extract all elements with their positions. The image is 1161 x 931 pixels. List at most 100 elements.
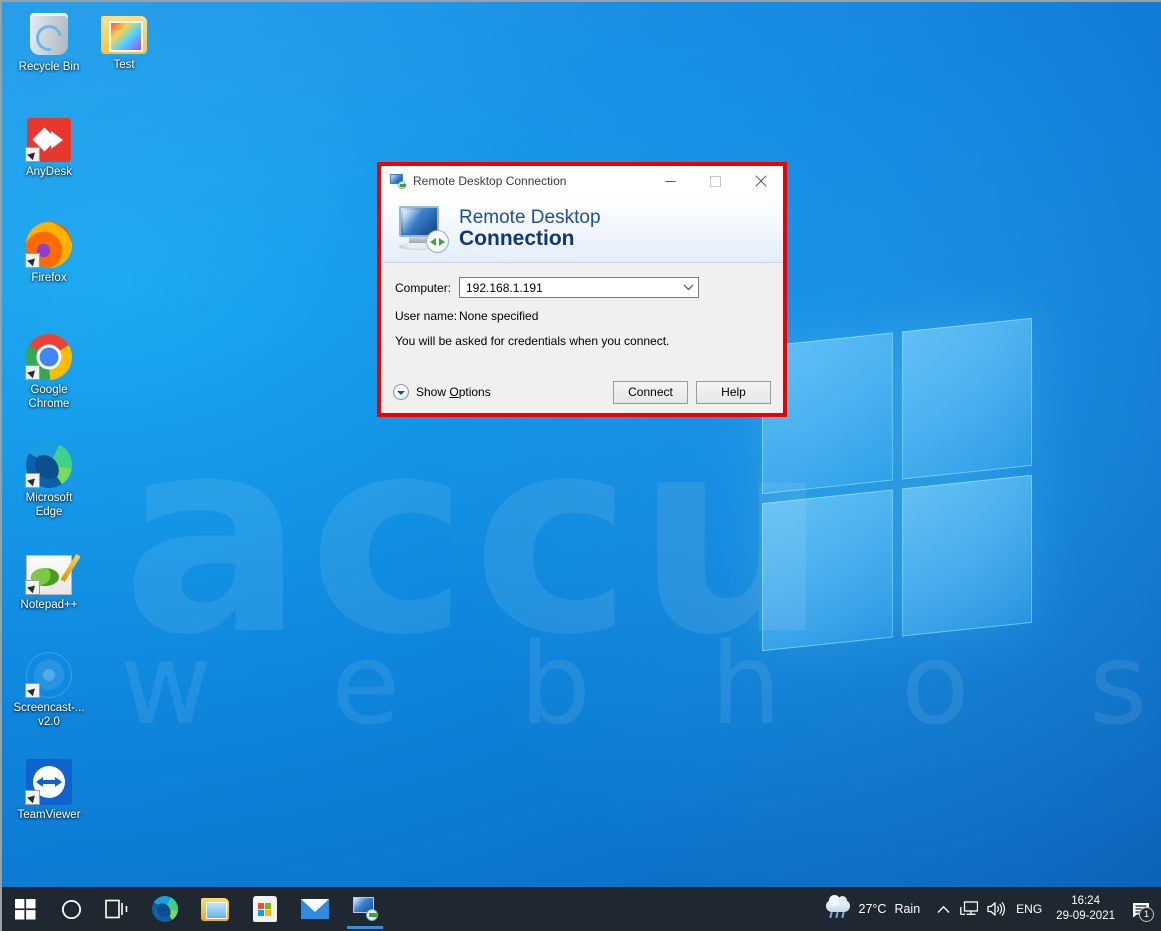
shortcut-arrow-icon [25,790,40,805]
cortana-search-button[interactable] [48,887,94,931]
desktop-icon-microsoft-edge[interactable]: Microsoft Edge [10,440,88,519]
desktop[interactable]: accu w e b h o s t i n g Recycle Bin Tes… [0,0,1161,931]
computer-row: Computer: 192.168.1.191 [395,277,769,298]
computer-input[interactable]: 192.168.1.191 [459,277,699,298]
edge-icon [25,440,73,488]
banner-line-2: Connection [459,226,575,250]
dialog-body: Computer: 192.168.1.191 User name: None … [381,263,783,413]
shortcut-arrow-icon [25,365,40,380]
credentials-note: You will be asked for credentials when y… [395,334,670,348]
circle-icon [61,899,81,919]
desktop-icon-teamviewer[interactable]: TeamViewer [10,757,88,823]
clock-date: 29-09-2021 [1056,910,1115,922]
folder-icon [101,16,147,54]
shortcut-arrow-icon [25,473,40,488]
tray-overflow-button[interactable] [930,887,956,931]
active-window-indicator [347,926,383,929]
weather-widget[interactable]: 27°C Rain [819,895,931,920]
task-view-button[interactable] [94,887,140,931]
remote-desktop-connection-dialog[interactable]: Remote Desktop Connection Remote Desktop… [381,166,783,413]
action-center-button[interactable]: 1 [1125,887,1157,931]
chevron-up-icon [937,905,950,913]
chevron-down-circle-icon [393,384,409,400]
shortcut-arrow-icon [25,683,40,698]
desktop-icon-firefox[interactable]: Firefox [10,220,88,286]
minimize-button[interactable] [648,167,693,196]
shortcut-arrow-icon [25,147,40,162]
recycle-bin-icon [30,13,68,55]
clock-time: 16:24 [1071,895,1100,907]
remote-desktop-button[interactable] [340,887,390,931]
network-button[interactable] [956,887,982,931]
show-options-toggle[interactable]: Show Options [393,384,605,400]
start-button[interactable] [2,887,48,931]
dialog-footer: Show Options Connect Help [381,371,783,413]
notepad-plus-plus-icon [25,547,73,595]
desktop-icon-label: Firefox [31,272,67,284]
anydesk-icon [25,114,73,162]
microsoft-store-button[interactable] [240,887,290,931]
desktop-icon-screencast[interactable]: Screencast-... v2.0 [10,650,88,729]
computer-label: Computer: [395,280,452,295]
desktop-icon-notepadpp[interactable]: Notepad++ [10,547,88,613]
task-view-icon [105,899,128,919]
microsoft-edge-button[interactable] [140,887,190,931]
network-icon [960,901,979,915]
desktop-icon-anydesk[interactable]: AnyDesk [10,114,88,180]
remote-desktop-icon [390,174,406,189]
shortcut-arrow-icon [25,253,40,268]
close-button[interactable] [738,167,783,196]
chrome-icon [25,332,73,380]
remote-desktop-monitor-icon [395,206,449,253]
username-value: None specified [459,309,539,323]
desktop-icon-google-chrome[interactable]: Google Chrome [10,332,88,411]
windows-logo-icon [14,898,35,919]
dialog-banner: Remote Desktop Connection [381,196,783,265]
taskbar-empty-area[interactable] [390,887,819,931]
edge-icon [152,896,178,922]
volume-icon [987,902,1005,916]
desktop-icon-test-folder[interactable]: Test [85,10,163,73]
minimize-icon [665,180,676,182]
desktop-icon-label: Screencast-... v2.0 [13,702,85,728]
desktop-icon-recycle-bin[interactable]: Recycle Bin [10,10,88,75]
file-explorer-button[interactable] [190,887,240,931]
desktop-icon-label: Recycle Bin [18,61,80,73]
clock[interactable]: 16:24 29-09-2021 [1050,894,1125,924]
desktop-icon-label: Microsoft Edge [25,492,73,518]
chevron-down-icon[interactable] [678,278,698,297]
language-indicator[interactable]: ENG [1008,902,1050,916]
username-row: User name: None specified [395,309,769,323]
rain-cloud-icon [825,895,851,920]
connect-button[interactable]: Connect [613,380,688,404]
remote-desktop-dialog-highlight: Remote Desktop Connection Remote Desktop… [377,162,787,417]
mail-icon [301,899,329,919]
desktop-icon-label: Notepad++ [20,599,78,611]
desktop-icon-label: AnyDesk [25,166,73,178]
username-label: User name: [395,309,458,323]
help-button[interactable]: Help [696,380,771,404]
firefox-icon [25,220,73,268]
system-tray[interactable]: 27°C Rain ENG 16:24 29-09-2021 1 [819,887,1161,931]
maximize-button[interactable] [693,167,738,196]
dialog-title-bar[interactable]: Remote Desktop Connection [381,166,783,196]
screencast-icon [25,650,73,698]
close-icon [754,175,767,187]
desktop-icon-label: TeamViewer [17,809,81,821]
remote-desktop-icon [352,897,378,921]
shortcut-arrow-icon [25,580,40,595]
volume-button[interactable] [982,887,1008,931]
taskbar[interactable]: 27°C Rain ENG 16:24 29-09-2021 1 [2,887,1161,931]
watermark-tagline: w e b h o s t i n g [120,620,1161,750]
weather-condition: Rain [894,902,921,916]
teamviewer-icon [25,757,73,805]
desktop-icon-label: Test [113,59,135,71]
maximize-icon [710,175,721,187]
folder-icon [201,897,229,921]
store-icon [253,896,277,922]
show-options-label: Show Options [416,385,491,399]
desktop-icon-label: Google Chrome [28,384,70,410]
notification-count-badge: 1 [1139,907,1154,922]
computer-input-value: 192.168.1.191 [466,280,543,295]
mail-button[interactable] [290,887,340,931]
